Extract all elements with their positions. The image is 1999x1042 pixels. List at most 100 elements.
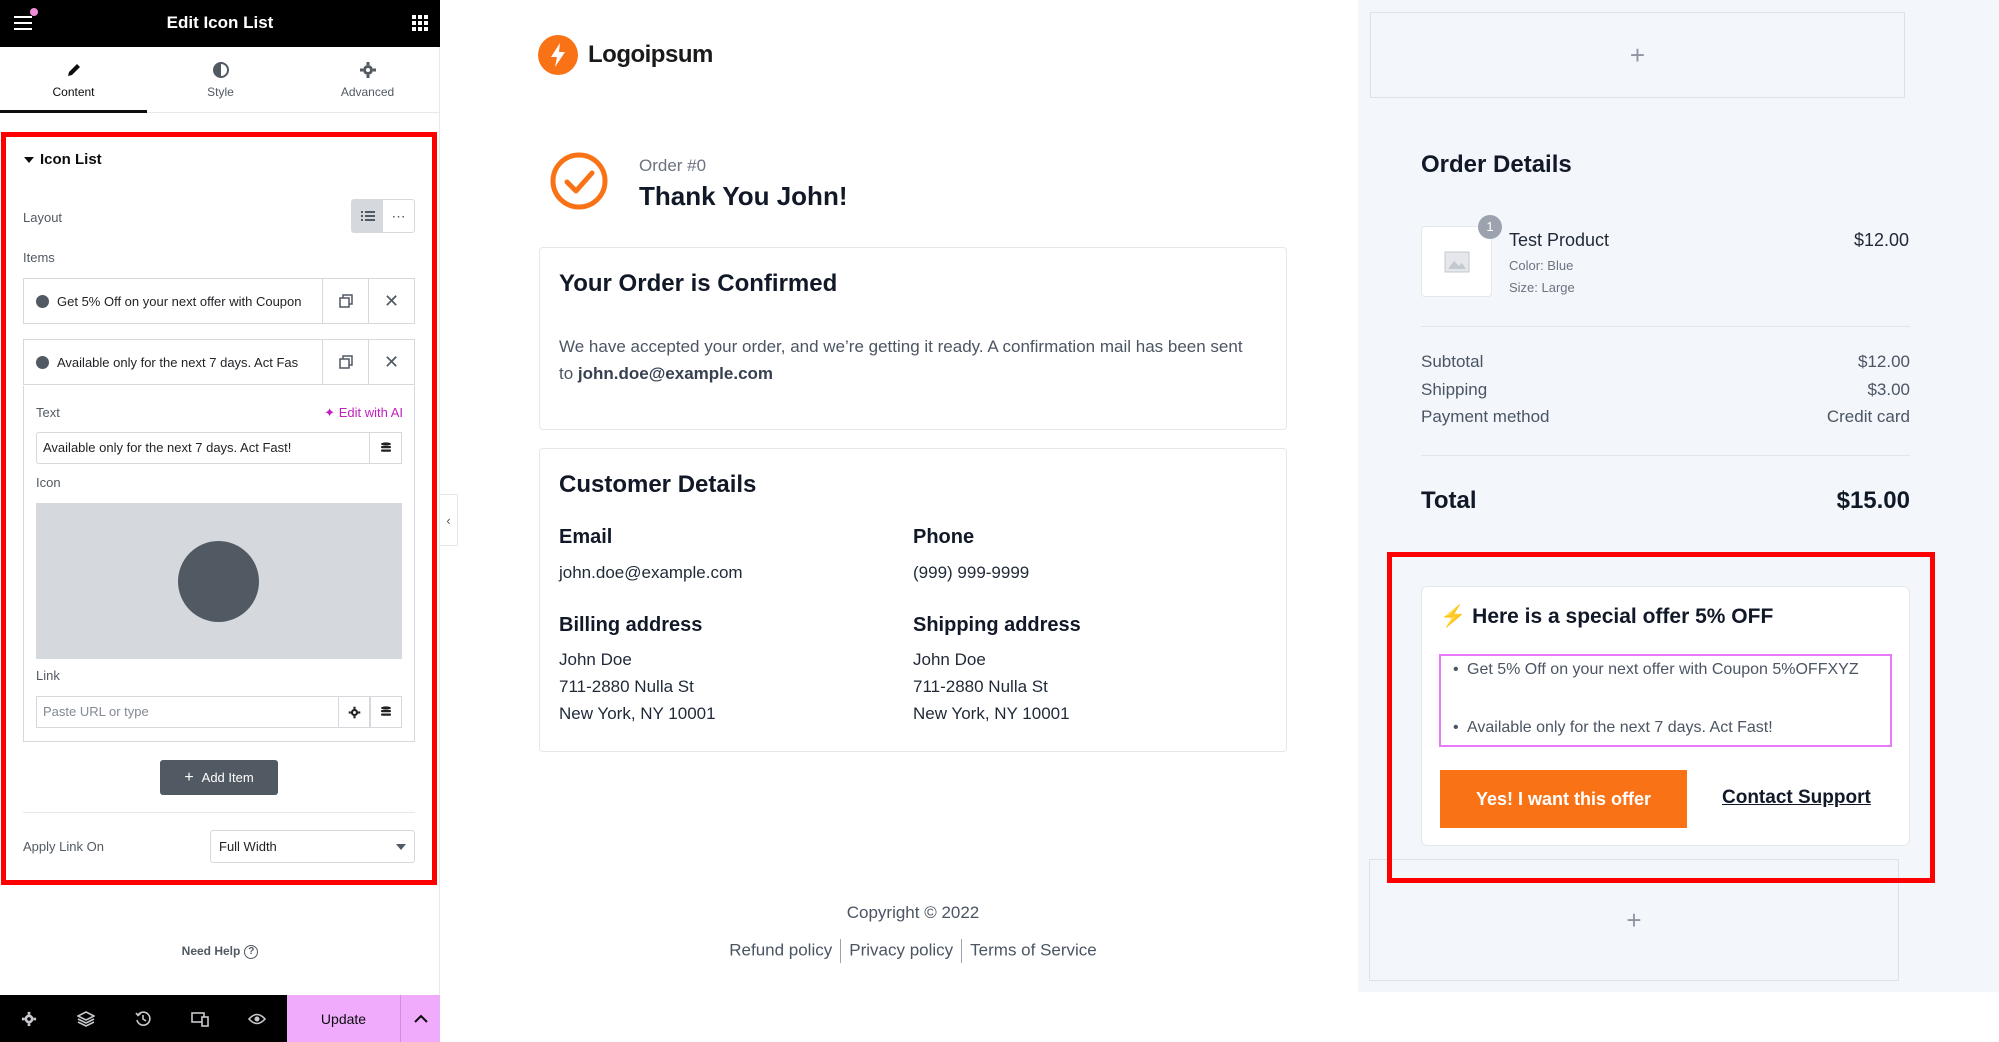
product-image-placeholder [1421, 226, 1492, 297]
duplicate-icon[interactable] [322, 340, 368, 384]
customer-details-title: Customer Details [559, 471, 757, 498]
subtotal-value: $12.00 [1858, 352, 1910, 371]
shipping-address-label: Shipping address [913, 614, 1081, 636]
editor-panel: Edit Icon List Content Style Advanced Ic… [0, 0, 440, 1042]
edit-with-ai-link[interactable]: ✦ Edit with AI [324, 405, 403, 421]
chevron-up-icon[interactable] [400, 995, 440, 1042]
chevron-down-icon [396, 844, 406, 850]
layout-label: Layout [23, 210, 63, 225]
link-options-gear-icon[interactable] [338, 696, 371, 728]
add-section-plus-icon[interactable]: + [1369, 859, 1899, 981]
responsive-icon[interactable] [171, 995, 228, 1042]
repeater-item-text: Available only for the next 7 days. Act … [57, 354, 299, 370]
tab-advanced[interactable]: Advanced [294, 47, 441, 113]
help-icon: ? [244, 944, 259, 959]
repeater-item-text: Get 5% Off on your next offer with Coupo… [57, 293, 302, 309]
half-circle-icon [212, 62, 229, 78]
lightning-icon: ⚡ [1440, 605, 1467, 628]
remove-icon[interactable]: ✕ [368, 279, 414, 323]
tab-content-label: Content [52, 85, 95, 99]
refund-policy-link[interactable]: Refund policy [729, 940, 832, 959]
caret-down-icon [24, 157, 34, 164]
sparkle-icon: ✦ [324, 405, 336, 420]
tab-style[interactable]: Style [147, 47, 294, 113]
tab-style-label: Style [207, 85, 234, 99]
collapse-panel-chevron-icon[interactable]: ‹ [440, 494, 458, 546]
terms-of-service-link[interactable]: Terms of Service [970, 940, 1097, 959]
icon-picker[interactable] [36, 503, 402, 659]
offer-title-text: Here is a special offer 5% OFF [1472, 605, 1774, 628]
product-color: Color: Blue [1509, 258, 1574, 273]
offer-icon-list[interactable]: Get 5% Off on your next offer with Coupo… [1439, 654, 1892, 747]
icon-list-section-toggle[interactable]: Icon List [24, 151, 102, 168]
order-confirmed-title: Your Order is Confirmed [559, 270, 838, 297]
subtotal-row: Subtotal $12.00 [1421, 352, 1910, 372]
divider [840, 939, 842, 963]
add-item-button[interactable]: + Add Item [160, 760, 278, 795]
order-confirmed-text: We have accepted your order, and we’re g… [559, 333, 1259, 387]
history-icon[interactable] [114, 995, 171, 1042]
phone-value: (999) 999-9999 [913, 563, 1030, 582]
circle-icon [36, 294, 49, 308]
remove-icon[interactable]: ✕ [368, 340, 414, 384]
list-layout-icon[interactable] [352, 200, 383, 232]
payment-method-row: Payment method Credit card [1421, 407, 1910, 427]
need-help-label: Need Help [181, 944, 241, 958]
email-label: Email [559, 526, 613, 548]
shipping-line: 711-2880 Nulla St [913, 677, 1048, 696]
divider [961, 939, 963, 963]
contact-support-link[interactable]: Contact Support [1722, 787, 1871, 809]
phone-label: Phone [913, 526, 975, 548]
settings-icon[interactable] [0, 995, 57, 1042]
tab-content[interactable]: Content [0, 47, 147, 113]
order-number: Order #0 [639, 156, 707, 175]
accept-offer-button[interactable]: Yes! I want this offer [1440, 770, 1687, 828]
total-label: Total [1421, 487, 1477, 514]
logo: Logoipsum [538, 35, 713, 75]
link-label: Link [36, 668, 60, 683]
layers-icon[interactable] [57, 995, 114, 1042]
order-details-title: Order Details [1421, 151, 1572, 178]
apps-grid-icon[interactable] [412, 15, 428, 31]
apply-link-select[interactable]: Full Width [210, 830, 415, 863]
total-row: Total $15.00 [1421, 487, 1910, 515]
payment-method-value: Credit card [1826, 407, 1910, 426]
add-section-plus-icon[interactable]: + [1370, 12, 1905, 98]
copyright: Copyright © 2022 [846, 903, 980, 922]
editor-tabs: Content Style Advanced [0, 47, 440, 113]
billing-address-label: Billing address [559, 614, 703, 636]
tab-advanced-label: Advanced [340, 85, 395, 99]
repeater-item-title[interactable]: Available only for the next 7 days. Act … [24, 340, 322, 384]
update-button[interactable]: Update [287, 995, 400, 1042]
repeater-item: Get 5% Off on your next offer with Coupo… [23, 278, 415, 324]
email-value: john.doe@example.com [559, 563, 743, 582]
confirmation-email: john.doe@example.com [577, 364, 774, 383]
app-root: Edit Icon List Content Style Advanced Ic… [0, 0, 1999, 1042]
repeater-item-title[interactable]: Get 5% Off on your next offer with Coupo… [24, 279, 322, 323]
dynamic-tags-icon[interactable] [369, 432, 402, 464]
divider [1421, 455, 1910, 456]
privacy-policy-link[interactable]: Privacy policy [849, 940, 953, 959]
edit-with-ai-label: Edit with AI [338, 405, 403, 420]
customer-details-card: Customer Details Email john.doe@example.… [539, 448, 1287, 752]
divider [1421, 326, 1910, 327]
item-text-input[interactable]: Available only for the next 7 days. Act … [36, 432, 370, 464]
billing-address: John Doe 711-2880 Nulla St New York, NY … [559, 646, 716, 727]
inline-layout-icon[interactable]: ⋯ [383, 200, 414, 232]
product-size: Size: Large [1509, 280, 1575, 295]
duplicate-icon[interactable] [322, 279, 368, 323]
editor-topbar: Edit Icon List [0, 0, 440, 47]
need-help-link[interactable]: Need Help? [0, 944, 440, 959]
link-url-input[interactable]: Paste URL or type [36, 696, 339, 728]
dynamic-tags-icon[interactable] [369, 696, 402, 728]
gear-icon [359, 62, 376, 78]
preview-eye-icon[interactable] [228, 995, 285, 1042]
list-item: Available only for the next 7 days. Act … [1451, 716, 1881, 740]
quantity-badge: 1 [1478, 215, 1502, 239]
items-label: Items [23, 250, 55, 265]
shipping-label: Shipping [1421, 380, 1488, 399]
offer-title: ⚡ Here is a special offer 5% OFF [1440, 605, 1773, 629]
apply-link-value: Full Width [219, 839, 277, 854]
add-item-label: Add Item [201, 770, 254, 785]
shipping-row: Shipping $3.00 [1421, 380, 1910, 400]
